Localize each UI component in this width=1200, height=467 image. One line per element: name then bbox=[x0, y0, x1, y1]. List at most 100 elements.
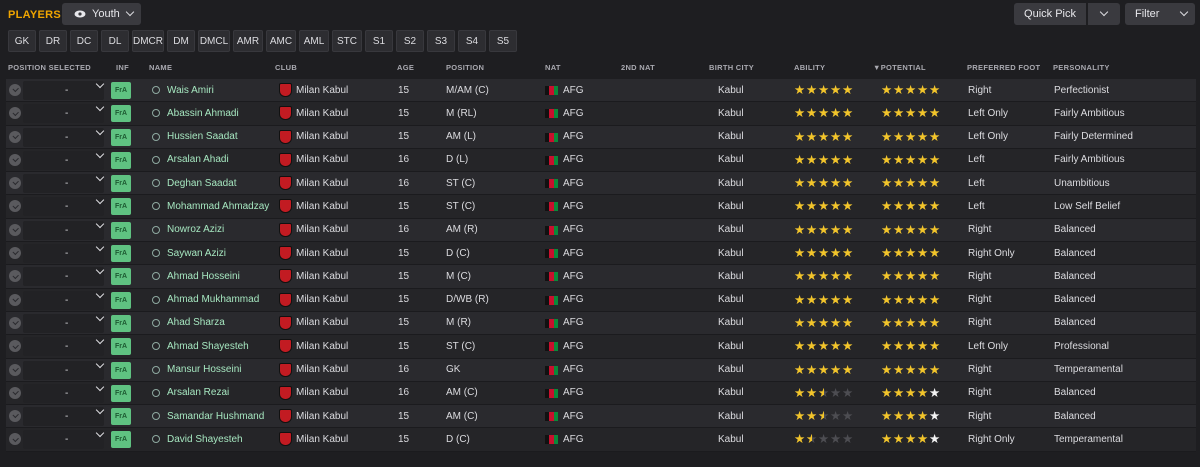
player-name-link[interactable]: Arsalan Ahadi bbox=[167, 149, 229, 171]
position-selected-dropdown[interactable]: - bbox=[23, 149, 105, 170]
inf-badge[interactable]: FrA bbox=[111, 151, 131, 169]
row-check-icon[interactable] bbox=[9, 153, 21, 166]
header-position-selected[interactable]: POSITION SELECTED bbox=[8, 63, 91, 72]
inf-badge[interactable]: FrA bbox=[111, 221, 131, 239]
position-filter-s1[interactable]: S1 bbox=[365, 30, 393, 52]
row-check-icon[interactable] bbox=[9, 130, 21, 143]
position-filter-amr[interactable]: AMR bbox=[233, 30, 263, 52]
player-name-link[interactable]: Nowroz Azizi bbox=[167, 219, 224, 241]
inf-badge[interactable]: FrA bbox=[111, 431, 131, 449]
header-second-nat[interactable]: 2ND NAT bbox=[621, 63, 655, 72]
filter-button[interactable]: Filter bbox=[1125, 3, 1195, 25]
nationality-value[interactable]: AFG bbox=[563, 79, 584, 101]
nationality-value[interactable]: AFG bbox=[563, 102, 584, 124]
player-name-link[interactable]: Mohammad Ahmadzay bbox=[167, 195, 269, 217]
inf-badge[interactable]: FrA bbox=[111, 105, 131, 123]
nationality-value[interactable]: AFG bbox=[563, 172, 584, 194]
inf-badge[interactable]: FrA bbox=[111, 128, 131, 146]
header-club[interactable]: CLUB bbox=[275, 63, 297, 72]
table-row[interactable]: - FrA Mohammad Ahmadzay Milan Kabul 15 S… bbox=[6, 195, 1196, 219]
nationality-value[interactable]: AFG bbox=[563, 312, 584, 334]
club-name[interactable]: Milan Kabul bbox=[296, 289, 348, 311]
header-preferred-foot[interactable]: PREFERRED FOOT bbox=[967, 63, 1040, 72]
nationality-value[interactable]: AFG bbox=[563, 289, 584, 311]
position-selected-dropdown[interactable]: - bbox=[23, 172, 105, 194]
header-position[interactable]: POSITION bbox=[446, 63, 484, 72]
position-selected-dropdown[interactable]: - bbox=[23, 266, 105, 287]
position-selected-dropdown[interactable]: - bbox=[23, 359, 105, 380]
row-check-icon[interactable] bbox=[9, 340, 21, 353]
row-check-icon[interactable] bbox=[9, 107, 21, 120]
player-name-link[interactable]: Ahmad Mukhammad bbox=[167, 289, 259, 311]
club-name[interactable]: Milan Kabul bbox=[296, 149, 348, 171]
club-name[interactable]: Milan Kabul bbox=[296, 428, 348, 450]
header-nat[interactable]: NAT bbox=[545, 63, 561, 72]
inf-badge[interactable]: FrA bbox=[111, 291, 131, 309]
position-selected-dropdown[interactable]: - bbox=[23, 126, 105, 147]
position-selected-dropdown[interactable]: - bbox=[23, 382, 105, 403]
position-selected-dropdown[interactable]: - bbox=[23, 79, 105, 100]
position-filter-gk[interactable]: GK bbox=[8, 30, 36, 52]
table-row[interactable]: - FrA Wais Amiri Milan Kabul 15 M/AM (C)… bbox=[6, 79, 1196, 103]
player-name-link[interactable]: Arsalan Rezai bbox=[167, 382, 229, 404]
position-filter-dmcr[interactable]: DMCR bbox=[132, 30, 164, 52]
player-name-link[interactable]: Ahmad Shayesteh bbox=[167, 335, 249, 357]
club-name[interactable]: Milan Kabul bbox=[296, 242, 348, 264]
inf-badge[interactable]: FrA bbox=[111, 361, 131, 379]
club-name[interactable]: Milan Kabul bbox=[296, 312, 348, 334]
table-row[interactable]: - FrA Mansur Hosseini Milan Kabul 16 GK … bbox=[6, 358, 1196, 382]
row-check-icon[interactable] bbox=[9, 386, 21, 399]
player-name-link[interactable]: Ahmad Hosseini bbox=[167, 265, 240, 287]
position-selected-dropdown[interactable]: - bbox=[23, 312, 105, 333]
table-row[interactable]: - FrA Samandar Hushmand Milan Kabul 15 A… bbox=[6, 405, 1196, 429]
position-filter-amc[interactable]: AMC bbox=[266, 30, 296, 52]
club-name[interactable]: Milan Kabul bbox=[296, 382, 348, 404]
table-row[interactable]: - FrA Ahmad Shayesteh Milan Kabul 15 ST … bbox=[6, 335, 1196, 359]
header-ability[interactable]: ABILITY bbox=[794, 63, 825, 72]
table-row[interactable]: - FrA David Shayesteh Milan Kabul 15 D (… bbox=[6, 428, 1196, 452]
nationality-value[interactable]: AFG bbox=[563, 428, 584, 450]
position-selected-dropdown[interactable]: - bbox=[23, 429, 105, 450]
row-check-icon[interactable] bbox=[9, 316, 21, 329]
inf-badge[interactable]: FrA bbox=[111, 198, 131, 216]
position-selected-dropdown[interactable]: - bbox=[23, 196, 105, 217]
row-check-icon[interactable] bbox=[9, 84, 21, 96]
position-filter-aml[interactable]: AML bbox=[299, 30, 329, 52]
position-filter-s4[interactable]: S4 bbox=[458, 30, 486, 52]
nationality-value[interactable]: AFG bbox=[563, 265, 584, 287]
position-filter-s2[interactable]: S2 bbox=[396, 30, 424, 52]
table-row[interactable]: - FrA Abassin Ahmadi Milan Kabul 15 M (R… bbox=[6, 102, 1196, 126]
position-selected-dropdown[interactable]: - bbox=[23, 405, 105, 427]
quick-pick-dropdown-button[interactable] bbox=[1088, 3, 1120, 25]
nationality-value[interactable]: AFG bbox=[563, 149, 584, 171]
nationality-value[interactable]: AFG bbox=[563, 382, 584, 404]
inf-badge[interactable]: FrA bbox=[111, 82, 131, 99]
row-check-icon[interactable] bbox=[9, 433, 21, 446]
nationality-value[interactable]: AFG bbox=[563, 195, 584, 217]
nationality-value[interactable]: AFG bbox=[563, 405, 584, 427]
position-selected-dropdown[interactable]: - bbox=[23, 219, 105, 240]
position-filter-stc[interactable]: STC bbox=[332, 30, 362, 52]
player-name-link[interactable]: Samandar Hushmand bbox=[167, 405, 264, 427]
inf-badge[interactable]: FrA bbox=[111, 268, 131, 286]
nationality-value[interactable]: AFG bbox=[563, 359, 584, 381]
nationality-value[interactable]: AFG bbox=[563, 219, 584, 241]
header-personality[interactable]: PERSONALITY bbox=[1053, 63, 1110, 72]
header-birth-city[interactable]: BIRTH CITY bbox=[709, 63, 754, 72]
inf-badge[interactable]: FrA bbox=[111, 314, 131, 332]
table-row[interactable]: - FrA Deghan Saadat Milan Kabul 16 ST (C… bbox=[6, 172, 1196, 196]
view-selector-button[interactable]: Youth bbox=[62, 3, 141, 25]
club-name[interactable]: Milan Kabul bbox=[296, 219, 348, 241]
club-name[interactable]: Milan Kabul bbox=[296, 102, 348, 124]
table-row[interactable]: - FrA Saywan Azizi Milan Kabul 15 D (C) … bbox=[6, 242, 1196, 266]
table-row[interactable]: - FrA Ahmad Hosseini Milan Kabul 15 M (C… bbox=[6, 265, 1196, 289]
player-name-link[interactable]: Mansur Hosseini bbox=[167, 359, 241, 381]
position-filter-dl[interactable]: DL bbox=[101, 30, 129, 52]
player-name-link[interactable]: Saywan Azizi bbox=[167, 242, 226, 264]
club-name[interactable]: Milan Kabul bbox=[296, 335, 348, 357]
inf-badge[interactable]: FrA bbox=[111, 338, 131, 356]
header-name[interactable]: NAME bbox=[149, 63, 172, 72]
inf-badge[interactable]: FrA bbox=[111, 245, 131, 263]
row-check-icon[interactable] bbox=[9, 177, 21, 190]
position-filter-dmcl[interactable]: DMCL bbox=[198, 30, 230, 52]
